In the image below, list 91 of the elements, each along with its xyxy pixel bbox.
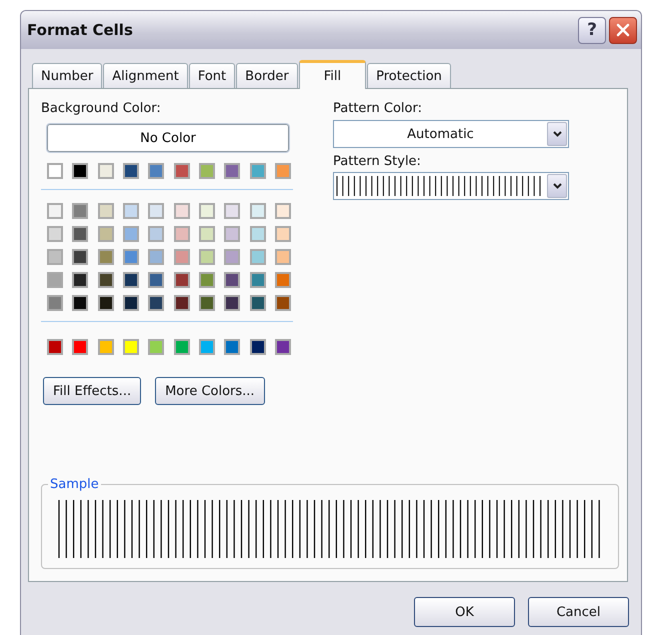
color-swatch[interactable] bbox=[274, 203, 291, 219]
pattern-style-label: Pattern Style: bbox=[333, 154, 422, 169]
color-swatch[interactable] bbox=[98, 272, 114, 288]
pattern-color-dropdown[interactable]: Automatic bbox=[333, 120, 569, 148]
color-swatch[interactable] bbox=[174, 203, 190, 219]
color-swatch[interactable] bbox=[122, 272, 139, 288]
tab[interactable]: Protection bbox=[367, 63, 451, 88]
color-swatch[interactable] bbox=[224, 226, 240, 242]
color-swatch[interactable] bbox=[148, 226, 164, 242]
color-swatch[interactable] bbox=[174, 249, 190, 265]
color-swatch[interactable] bbox=[274, 249, 291, 265]
no-color-button[interactable]: No Color bbox=[47, 124, 289, 152]
color-swatch[interactable] bbox=[174, 272, 190, 288]
fill-effects-button[interactable]: Fill Effects... bbox=[43, 377, 142, 405]
tab[interactable]: Border bbox=[236, 63, 298, 88]
color-swatch[interactable] bbox=[174, 295, 190, 311]
color-swatch[interactable] bbox=[122, 163, 139, 179]
pattern-style-dropdown[interactable] bbox=[333, 172, 569, 200]
color-swatch[interactable] bbox=[47, 249, 63, 265]
color-swatch[interactable] bbox=[72, 226, 88, 242]
color-swatch[interactable] bbox=[98, 163, 114, 179]
color-swatch[interactable] bbox=[122, 339, 139, 355]
window-title: Format Cells bbox=[27, 21, 133, 39]
tab[interactable]: Number bbox=[32, 63, 102, 88]
color-swatch[interactable] bbox=[47, 226, 63, 242]
color-swatch[interactable] bbox=[224, 272, 240, 288]
color-swatch[interactable] bbox=[250, 203, 266, 219]
color-swatch[interactable] bbox=[250, 339, 266, 355]
color-swatch[interactable] bbox=[72, 272, 88, 288]
color-swatch[interactable] bbox=[148, 339, 164, 355]
color-swatch[interactable] bbox=[198, 295, 215, 311]
color-swatch[interactable] bbox=[274, 163, 291, 179]
sample-label: Sample bbox=[49, 477, 100, 492]
color-swatch[interactable] bbox=[250, 226, 266, 242]
color-swatch[interactable] bbox=[122, 295, 139, 311]
color-swatch[interactable] bbox=[198, 339, 215, 355]
color-swatch[interactable] bbox=[224, 295, 240, 311]
color-swatch[interactable] bbox=[174, 163, 190, 179]
color-swatch[interactable] bbox=[47, 339, 63, 355]
color-swatch[interactable] bbox=[148, 249, 164, 265]
color-swatch[interactable] bbox=[224, 249, 240, 265]
color-swatch[interactable] bbox=[148, 272, 164, 288]
color-swatch[interactable] bbox=[198, 272, 215, 288]
pattern-color-label: Pattern Color: bbox=[333, 101, 423, 116]
color-swatch[interactable] bbox=[250, 249, 266, 265]
tab[interactable]: Font bbox=[188, 63, 236, 88]
color-swatch[interactable] bbox=[148, 295, 164, 311]
color-swatch[interactable] bbox=[224, 163, 240, 179]
more-colors-button[interactable]: More Colors... bbox=[155, 377, 265, 405]
color-swatch[interactable] bbox=[122, 203, 139, 219]
help-button[interactable]: ? bbox=[578, 16, 606, 44]
color-swatch[interactable] bbox=[47, 272, 63, 288]
dialog-button[interactable]: OK bbox=[414, 597, 515, 627]
color-swatch[interactable] bbox=[47, 203, 63, 219]
color-swatch[interactable] bbox=[98, 339, 114, 355]
color-swatch[interactable] bbox=[224, 339, 240, 355]
color-swatch[interactable] bbox=[98, 295, 114, 311]
color-swatch[interactable] bbox=[274, 339, 291, 355]
color-swatch[interactable] bbox=[250, 163, 266, 179]
color-swatch[interactable] bbox=[72, 249, 88, 265]
color-swatch[interactable] bbox=[274, 226, 291, 242]
color-swatch[interactable] bbox=[224, 203, 240, 219]
color-swatch[interactable] bbox=[72, 203, 88, 219]
color-swatch[interactable] bbox=[98, 226, 114, 242]
color-swatch[interactable] bbox=[148, 203, 164, 219]
color-swatch[interactable] bbox=[198, 163, 215, 179]
color-swatch[interactable] bbox=[198, 249, 215, 265]
tab[interactable]: Fill bbox=[298, 60, 366, 89]
color-swatch[interactable] bbox=[250, 272, 266, 288]
color-swatch[interactable] bbox=[250, 295, 266, 311]
dialog-button[interactable]: Cancel bbox=[528, 597, 629, 627]
color-swatch[interactable] bbox=[72, 163, 88, 179]
color-swatch[interactable] bbox=[198, 203, 215, 219]
color-swatch[interactable] bbox=[47, 163, 63, 179]
close-button[interactable] bbox=[609, 16, 637, 44]
color-swatch[interactable] bbox=[122, 249, 139, 265]
color-swatch[interactable] bbox=[98, 249, 114, 265]
color-swatch[interactable] bbox=[72, 295, 88, 311]
tab[interactable]: Alignment bbox=[103, 63, 188, 88]
color-swatch[interactable] bbox=[274, 272, 291, 288]
color-swatch[interactable] bbox=[148, 163, 164, 179]
color-swatch[interactable] bbox=[122, 226, 139, 242]
background-color-label: Background Color: bbox=[41, 101, 162, 116]
color-swatch[interactable] bbox=[174, 339, 190, 355]
color-swatch[interactable] bbox=[98, 203, 114, 219]
color-swatch[interactable] bbox=[72, 339, 88, 355]
color-swatch[interactable] bbox=[47, 295, 63, 311]
color-swatch[interactable] bbox=[274, 295, 291, 311]
close-icon bbox=[616, 23, 630, 37]
color-swatch[interactable] bbox=[174, 226, 190, 242]
color-swatch[interactable] bbox=[198, 226, 215, 242]
